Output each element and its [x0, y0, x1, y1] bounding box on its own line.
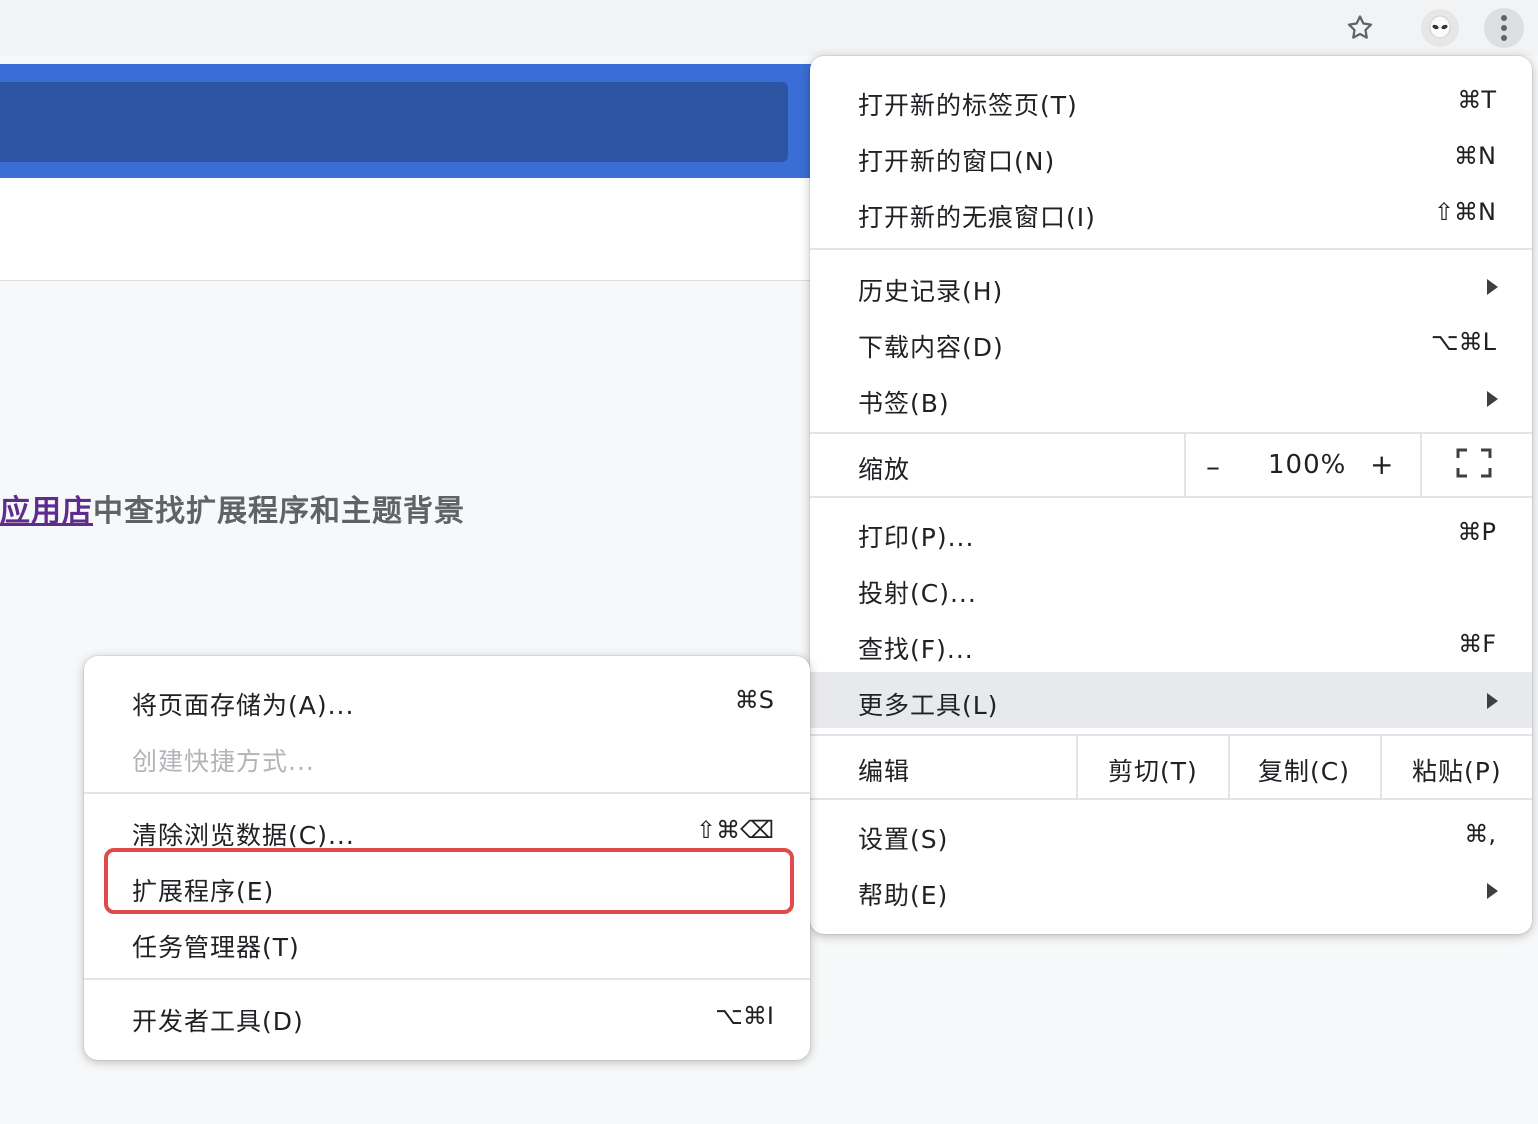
menu-divider	[1420, 434, 1422, 496]
cut-button[interactable]: 剪切(T)	[1108, 752, 1198, 788]
menu-item-bookmarks[interactable]: 书签(B)	[810, 370, 1532, 426]
page-search-bar[interactable]	[0, 82, 788, 162]
menu-item-label: 查找(F)...	[858, 635, 974, 664]
submenu-arrow-icon	[1487, 883, 1498, 899]
browser-toolbar	[0, 0, 1538, 56]
web-store-link[interactable]: 应用店	[0, 494, 93, 529]
menu-item-settings[interactable]: 设置(S) ⌘,	[810, 806, 1532, 862]
menu-separator	[810, 248, 1532, 250]
menu-item-label: 打开新的无痕窗口(I)	[858, 203, 1096, 232]
alien-avatar-icon	[1421, 9, 1459, 47]
menu-item-help[interactable]: 帮助(E)	[810, 862, 1532, 918]
menu-item-save-page[interactable]: 将页面存储为(A)... ⌘S	[84, 672, 810, 728]
menu-item-label: 清除浏览数据(C)...	[132, 821, 355, 850]
zoom-level: 100%	[1268, 450, 1347, 480]
menu-item-shortcut: ⌥⌘I	[715, 1002, 774, 1030]
page-hint-text: 应用店中查找扩展程序和主题背景	[0, 486, 465, 530]
menu-item-shortcut: ⌘P	[1457, 518, 1496, 546]
profile-avatar-button[interactable]	[1420, 8, 1460, 48]
submenu-arrow-icon	[1487, 279, 1498, 295]
bookmark-star-button[interactable]	[1340, 8, 1380, 48]
menu-item-create-shortcut: 创建快捷方式...	[84, 728, 810, 784]
menu-divider	[1380, 736, 1382, 798]
menu-item-label: 设置(S)	[858, 825, 949, 854]
zoom-in-button[interactable]: +	[1370, 448, 1393, 481]
menu-item-shortcut: ⌘F	[1458, 630, 1496, 658]
extensions-highlight-box	[104, 848, 794, 914]
menu-item-label: 将页面存储为(A)...	[132, 691, 355, 720]
menu-item-label: 打开新的窗口(N)	[858, 147, 1056, 176]
menu-item-label: 开发者工具(D)	[132, 1007, 304, 1036]
menu-item-shortcut: ⌘S	[734, 686, 774, 714]
menu-item-print[interactable]: 打印(P)... ⌘P	[810, 504, 1532, 560]
zoom-row: 缩放 – 100% +	[810, 434, 1532, 496]
menu-item-more-tools[interactable]: 更多工具(L)	[810, 672, 1532, 728]
menu-item-label: 书签(B)	[858, 389, 950, 418]
menu-separator	[84, 792, 810, 794]
menu-item-task-manager[interactable]: 任务管理器(T)	[84, 914, 810, 970]
browser-menu-button[interactable]	[1484, 8, 1524, 48]
zoom-label: 缩放	[858, 455, 911, 484]
menu-item-label: 创建快捷方式...	[132, 747, 315, 776]
menu-divider	[1184, 434, 1186, 496]
menu-item-shortcut: ⌘,	[1464, 820, 1496, 848]
edit-label: 编辑	[858, 757, 911, 786]
menu-item-label: 任务管理器(T)	[132, 933, 300, 962]
zoom-out-button[interactable]: –	[1206, 450, 1220, 483]
menu-item-cast[interactable]: 投射(C)...	[810, 560, 1532, 616]
edit-row: 编辑 剪切(T) 复制(C) 粘贴(P)	[810, 736, 1532, 798]
menu-item-developer-tools[interactable]: 开发者工具(D) ⌥⌘I	[84, 988, 810, 1044]
menu-item-label: 下载内容(D)	[858, 333, 1004, 362]
menu-item-shortcut: ⇧⌘N	[1433, 198, 1496, 226]
vertical-dots-icon	[1501, 15, 1507, 41]
menu-item-find[interactable]: 查找(F)... ⌘F	[810, 616, 1532, 672]
menu-item-history[interactable]: 历史记录(H)	[810, 258, 1532, 314]
menu-item-new-incognito[interactable]: 打开新的无痕窗口(I) ⇧⌘N	[810, 184, 1532, 240]
submenu-arrow-icon	[1487, 693, 1498, 709]
menu-item-label: 历史记录(H)	[858, 277, 1004, 306]
page-subheader	[0, 178, 830, 281]
menu-item-label: 打开新的标签页(T)	[858, 91, 1078, 120]
menu-separator	[810, 496, 1532, 498]
paste-button[interactable]: 粘贴(P)	[1412, 752, 1502, 788]
menu-separator	[810, 798, 1532, 800]
submenu-arrow-icon	[1487, 391, 1498, 407]
menu-item-label: 投射(C)...	[858, 579, 977, 608]
menu-item-downloads[interactable]: 下载内容(D) ⌥⌘L	[810, 314, 1532, 370]
menu-separator	[84, 978, 810, 980]
copy-button[interactable]: 复制(C)	[1258, 752, 1350, 788]
menu-item-shortcut: ⌘T	[1457, 86, 1496, 114]
menu-item-shortcut: ⇧⌘⌫	[695, 816, 774, 844]
menu-item-new-window[interactable]: 打开新的窗口(N) ⌘N	[810, 128, 1532, 184]
menu-item-label: 更多工具(L)	[858, 691, 999, 720]
menu-item-shortcut: ⌥⌘L	[1430, 328, 1496, 356]
star-outline-icon	[1347, 15, 1373, 39]
menu-item-label: 帮助(E)	[858, 881, 949, 910]
page-hint-label: 中查找扩展程序和主题背景	[93, 494, 465, 529]
menu-item-new-tab[interactable]: 打开新的标签页(T) ⌘T	[810, 72, 1532, 128]
menu-item-shortcut: ⌘N	[1454, 142, 1496, 170]
menu-divider	[1076, 736, 1078, 798]
menu-divider	[1228, 736, 1230, 798]
browser-main-menu: 打开新的标签页(T) ⌘T 打开新的窗口(N) ⌘N 打开新的无痕窗口(I) ⇧…	[810, 56, 1532, 934]
menu-item-label: 打印(P)...	[858, 523, 975, 552]
fullscreen-icon[interactable]	[1456, 448, 1492, 478]
